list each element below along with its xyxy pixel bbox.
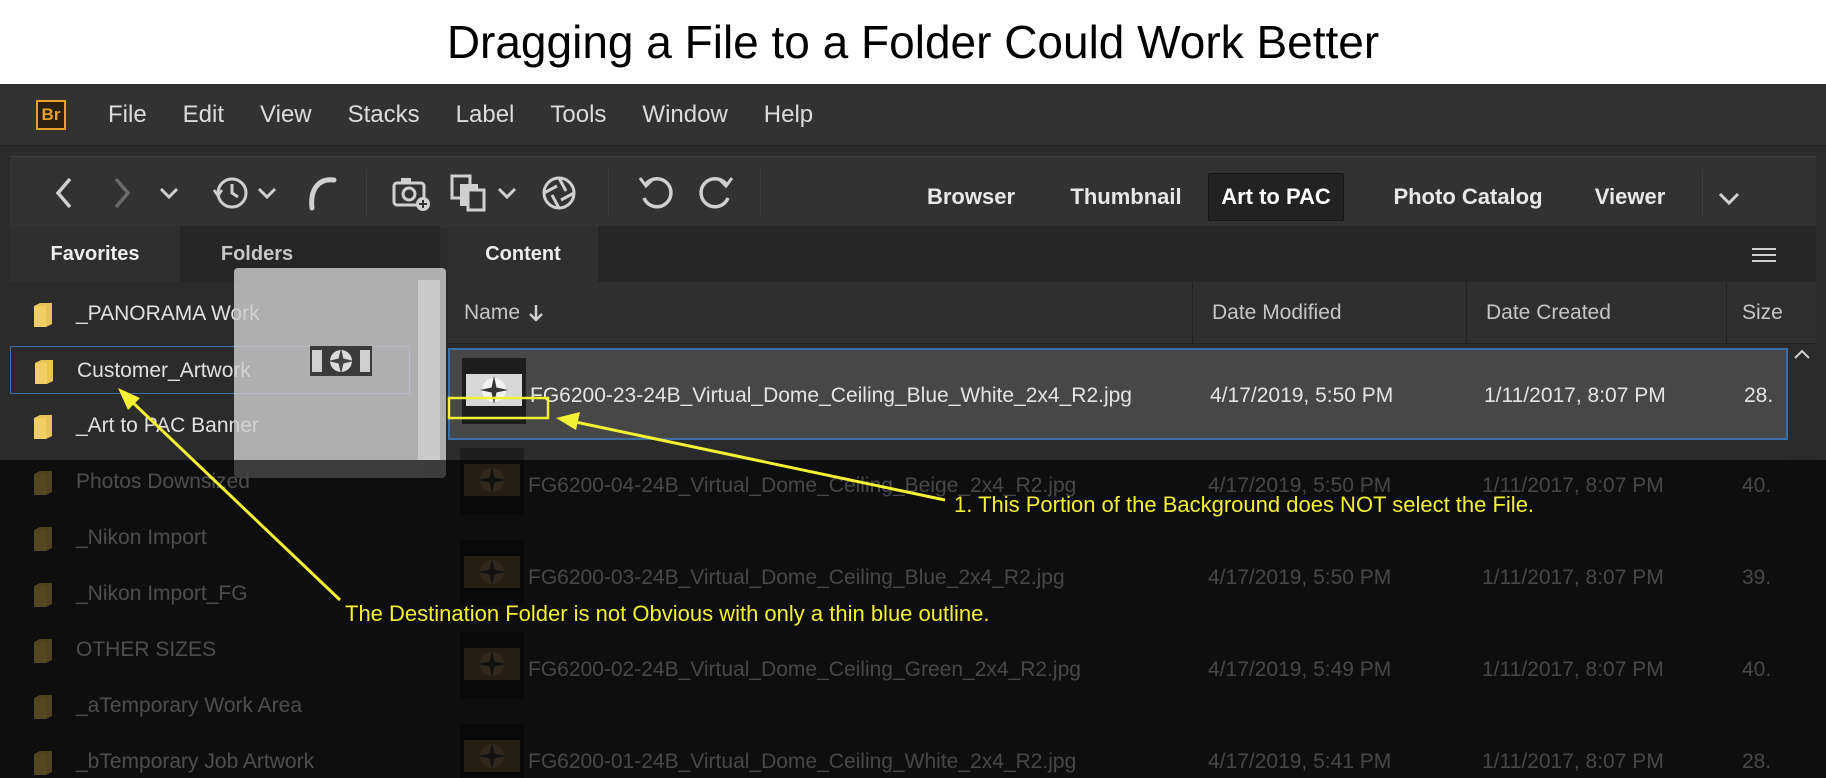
back-icon[interactable] <box>52 171 76 215</box>
favorite-item-label: _PANORAMA Work <box>76 302 260 325</box>
panel-menu-icon[interactable] <box>1752 247 1776 263</box>
arrow-down-icon <box>528 303 544 323</box>
file-name: FG6200-23-24B_Virtual_Dome_Ceiling_Blue_… <box>530 384 1132 407</box>
chevron-down-icon[interactable] <box>496 171 518 215</box>
column-date-modified[interactable]: Date Modified <box>1212 282 1342 344</box>
workspace-browser[interactable]: Browser <box>906 173 1036 221</box>
favorite-item-label: Customer_Artwork <box>77 359 251 382</box>
folder-icon <box>32 302 54 328</box>
column-date-created[interactable]: Date Created <box>1486 282 1611 344</box>
menu-view[interactable]: View <box>242 101 330 129</box>
column-header: Name Date Modified Date Created Size <box>448 282 1816 344</box>
column-name-label: Name <box>464 301 521 324</box>
workspace-viewer[interactable]: Viewer <box>1580 173 1680 221</box>
file-thumbnail[interactable] <box>462 358 526 424</box>
column-size[interactable]: Size <box>1742 282 1783 344</box>
chevron-down-icon[interactable] <box>256 171 278 215</box>
file-row[interactable]: FG6200-23-24B_Virtual_Dome_Ceiling_Blue_… <box>448 348 1788 440</box>
menu-bar: Br File Edit View Stacks Label Tools Win… <box>0 84 1826 146</box>
folder-icon <box>33 359 55 385</box>
tab-favorites[interactable]: Favorites <box>10 226 180 282</box>
file-date-created: 1/11/2017, 8:07 PM <box>1484 384 1666 407</box>
annotation-note-background: 1. This Portion of the Background does N… <box>954 492 1535 517</box>
drag-preview <box>234 268 446 478</box>
page-title: Dragging a File to a Folder Could Work B… <box>0 0 1826 84</box>
rotate-right-icon[interactable] <box>696 171 736 215</box>
workspace-art-to-pac[interactable]: Art to PAC <box>1208 173 1344 221</box>
menu-help[interactable]: Help <box>746 101 831 129</box>
history-icon[interactable] <box>212 171 250 215</box>
menu-window[interactable]: Window <box>624 101 745 129</box>
boomerang-icon[interactable] <box>304 171 338 215</box>
bridge-logo: Br <box>36 100 66 130</box>
menu-label[interactable]: Label <box>438 101 533 129</box>
camera-import-icon[interactable] <box>392 171 432 215</box>
folder-icon <box>32 414 54 440</box>
workspace-photo-catalog[interactable]: Photo Catalog <box>1380 173 1556 221</box>
toolbar: Browser Thumbnail Art to PAC Photo Catal… <box>10 156 1816 228</box>
file-size: 28. <box>1744 384 1774 407</box>
workspace-more-chevron-icon[interactable] <box>1716 177 1742 221</box>
forward-icon[interactable] <box>110 171 134 215</box>
workspace-thumbnail[interactable]: Thumbnail <box>1056 173 1196 221</box>
scroll-up-icon <box>1794 349 1810 359</box>
chevron-down-icon[interactable] <box>158 171 180 215</box>
aperture-icon[interactable] <box>540 171 578 215</box>
file-date-modified: 4/17/2019, 5:50 PM <box>1210 384 1394 407</box>
menu-file[interactable]: File <box>90 101 165 129</box>
menu-edit[interactable]: Edit <box>165 101 242 129</box>
copy-files-icon[interactable] <box>450 171 488 215</box>
rotate-left-icon[interactable] <box>636 171 676 215</box>
tab-content[interactable]: Content <box>448 226 598 282</box>
menu-stacks[interactable]: Stacks <box>330 101 438 129</box>
column-name[interactable]: Name <box>464 282 544 344</box>
drag-thumbnail <box>310 346 372 376</box>
annotation-note-destination: The Destination Folder is not Obvious wi… <box>345 601 990 626</box>
menu-tools[interactable]: Tools <box>532 101 624 129</box>
favorite-item-label: _Art to PAC Banner <box>76 414 259 437</box>
